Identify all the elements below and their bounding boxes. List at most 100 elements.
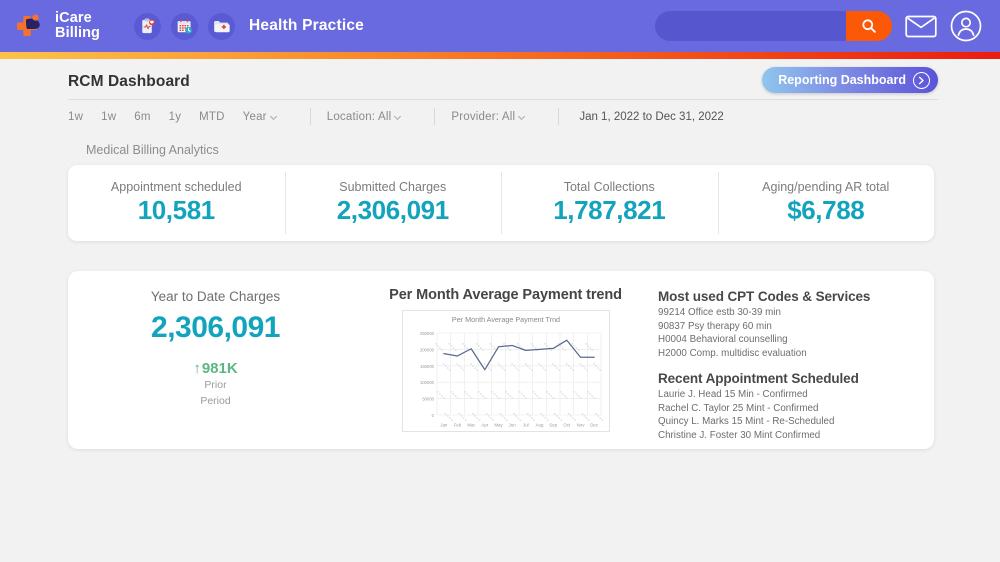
accent-gradient-stripe: [0, 52, 1000, 59]
kpi-total-collections: Total Collections 1,787,821: [501, 165, 718, 241]
kpi-value: 10,581: [137, 195, 216, 225]
kpi-label: Submitted Charges: [339, 180, 447, 194]
ytd-value: 2,306,091: [151, 311, 280, 344]
reporting-dashboard-button[interactable]: Reporting Dashboard: [762, 67, 938, 93]
filter-dropdown-location-label: Location: All: [326, 110, 392, 123]
svg-text:Per Month Average Payment Trnd: Per Month Average Payment Trnd: [451, 315, 559, 324]
filter-dropdown-location[interactable]: Location: All: [326, 110, 402, 123]
payment-trend-chart[interactable]: Per Month Average Payment Trnd 0 50000 1000…: [401, 310, 610, 432]
brand-logo-text: iCare Billing: [55, 11, 100, 41]
filter-segment-1w-b[interactable]: 1w: [101, 111, 116, 123]
svg-text:200000: 200000: [420, 347, 435, 352]
svg-text:Jul: Jul: [523, 423, 529, 428]
svg-text:50000: 50000: [422, 397, 434, 402]
filter-dropdown-year[interactable]: Year: [242, 110, 277, 123]
nav-right-group: [655, 10, 982, 42]
search-button[interactable]: [846, 11, 892, 41]
page-body: RCM Dashboard Reporting Dashboard 1w 1w …: [0, 59, 1000, 449]
appointments-block: Recent Appointment Scheduled Laurie J. H…: [658, 371, 934, 442]
svg-text:Nov: Nov: [576, 423, 585, 428]
ytd-delta-value: 981K: [201, 360, 238, 377]
appointment-list-item: Christine J. Foster 30 Mint Confirmed: [658, 429, 821, 441]
icare-billing-logo-icon: [14, 9, 48, 43]
svg-text:Jan: Jan: [440, 423, 448, 428]
lower-panel: Year to Date Charges 2,306,091 ↑ 981K Pr…: [68, 271, 934, 449]
svg-text:Jun: Jun: [508, 423, 516, 428]
svg-text:0: 0: [431, 413, 434, 418]
kpi-value: 1,787,821: [553, 195, 666, 225]
page-header-row: RCM Dashboard Reporting Dashboard: [0, 59, 1000, 99]
ytd-charges-block: Year to Date Charges 2,306,091 ↑ 981K Pr…: [68, 283, 363, 449]
chevron-down-icon: [394, 112, 402, 120]
filter-divider-2: [434, 108, 436, 125]
svg-text:150000: 150000: [420, 364, 435, 369]
svg-text:Aug: Aug: [535, 423, 543, 428]
appointment-list-item: Laurie J. Head 15 Min - Confirmed: [658, 389, 808, 400]
nav-icon-group: [134, 12, 235, 40]
kpi-value: $6,788: [787, 195, 865, 225]
ytd-sub-line-1: Prior: [204, 379, 227, 391]
appointments-list: Laurie J. Head 15 Min - Confirmed Rachel …: [658, 388, 934, 442]
analytics-section-label: Medical Billing Analytics: [86, 143, 219, 157]
user-avatar-icon[interactable]: [950, 10, 982, 42]
page-title: RCM Dashboard: [68, 73, 190, 90]
svg-text:Oct: Oct: [563, 423, 571, 428]
filter-dropdown-provider[interactable]: Provider: All: [451, 110, 526, 123]
chart-column: Per Month Average Payment trend Per Mont…: [363, 283, 648, 449]
up-arrow-icon: ↑: [193, 360, 201, 377]
kpi-appointment-scheduled: Appointment scheduled 10,581: [68, 165, 285, 241]
filter-segment-1y[interactable]: 1y: [169, 111, 182, 123]
cpt-list-item: H2000 Comp. multidisc evaluation: [658, 347, 807, 359]
appointment-list-item: Rachel C. Taylor 25 Mint - Confirmed: [658, 402, 819, 414]
cpt-list-item: 99214 Office estb 30-39 min: [658, 307, 781, 318]
svg-text:Apr: Apr: [481, 423, 488, 428]
filter-segment-6m[interactable]: 6m: [134, 111, 150, 123]
appointment-list-item: Quincy L. Marks 15 Mint - Re-Scheduled: [658, 416, 835, 427]
svg-text:May: May: [494, 423, 503, 428]
medical-folder-icon[interactable]: [208, 12, 235, 40]
ytd-label: Year to Date Charges: [150, 289, 281, 304]
mail-icon[interactable]: [905, 14, 937, 39]
kpi-value: 2,306,091: [336, 195, 449, 225]
filter-dropdown-provider-label: Provider: All: [451, 110, 516, 123]
kpi-label: Total Collections: [563, 180, 655, 194]
brand-logo[interactable]: iCare Billing: [14, 9, 124, 43]
filter-bar: 1w 1w 6m 1y MTD Year Location: All Provi…: [0, 100, 1000, 125]
kpi-label: Aging/pending AR total: [762, 180, 890, 194]
chart-heading: Per Month Average Payment trend: [389, 287, 622, 303]
cpt-heading: Most used CPT Codes & Services: [658, 289, 871, 304]
practice-name: Health Practice: [249, 17, 364, 34]
chevron-down-icon: [269, 112, 277, 120]
svg-text:Mar: Mar: [467, 423, 475, 428]
chart-svg: Per Month Average Payment Trnd 0 50000 1000…: [420, 315, 603, 428]
search-icon: [862, 19, 876, 33]
logo-line-2: Billing: [55, 25, 100, 41]
search-box[interactable]: [655, 11, 892, 41]
svg-text:Sep: Sep: [549, 423, 557, 428]
kpi-submitted-charges: Submitted Charges 2,306,091: [284, 165, 502, 241]
chevron-down-icon: [518, 112, 526, 120]
date-range-label: Jan 1, 2022 to Dec 31, 2022: [579, 110, 724, 123]
right-column: Most used CPT Codes & Services 99214 Off…: [648, 283, 934, 449]
cpt-list-item: H0004 Behavioral counselling: [658, 334, 788, 345]
svg-text:Dec: Dec: [590, 423, 599, 428]
clipboard-vitals-icon[interactable]: [134, 12, 161, 40]
svg-text:Feb: Feb: [453, 423, 461, 428]
calendar-clock-icon[interactable]: [171, 12, 198, 40]
ytd-delta: ↑ 981K: [68, 360, 363, 377]
chevron-right-icon: [913, 71, 930, 89]
cpt-list: 99214 Office estb 30-39 min 90837 Psy the…: [658, 306, 934, 360]
search-input[interactable]: [655, 11, 846, 41]
svg-text:100000: 100000: [420, 380, 435, 385]
filter-dropdown-year-label: Year: [242, 110, 267, 123]
ytd-sub-line-2: Period: [200, 394, 231, 407]
top-navigation-bar: iCare Billing Health Practice: [0, 0, 1000, 52]
reporting-dashboard-label: Reporting Dashboard: [778, 73, 906, 87]
kpi-aging-pending-ar: Aging/pending AR total $6,788: [717, 165, 935, 241]
filter-divider-1: [309, 108, 311, 125]
cpt-list-item: 90837 Psy therapy 60 min: [658, 320, 772, 332]
filter-segment-mtd[interactable]: MTD: [199, 111, 225, 123]
filter-segment-1w-a[interactable]: 1w: [68, 111, 83, 123]
logo-line-1: iCare: [55, 10, 92, 27]
kpi-card-group: Appointment scheduled 10,581 Submitted C…: [68, 165, 934, 241]
